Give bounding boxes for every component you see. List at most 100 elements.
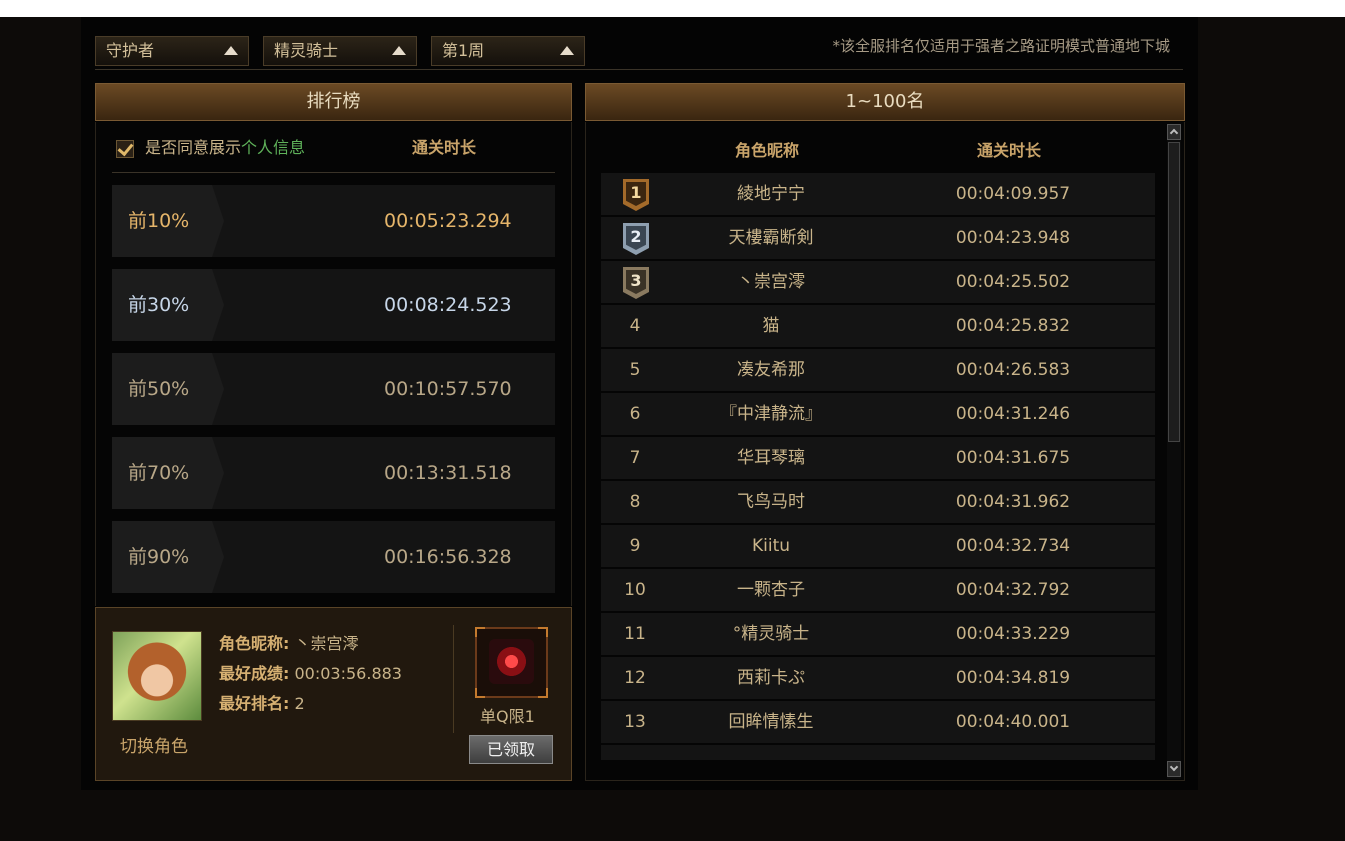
ranking-row-partial[interactable] [601,745,1155,760]
character-avatar[interactable] [112,631,202,721]
rank-number: 4 [629,316,641,336]
percentile-time: 00:05:23.294 [384,210,512,232]
rank-number: 6 [629,404,641,424]
ranking-row[interactable]: 9 Kiitu 00:04:32.734 [601,525,1155,568]
ranking-row[interactable]: 3 丶崇宫澪 00:04:25.502 [601,261,1155,304]
ranking-row[interactable]: 10 一颗杏子 00:04:32.792 [601,569,1155,612]
player-clear-time: 00:04:33.229 [955,624,1071,644]
player-nickname: 丶崇宫澪 [737,272,805,292]
percentile-row: 前10% 00:05:23.294 [112,185,555,257]
name-label: 角色昵称: [219,634,290,653]
player-nickname: 回眸情愫生 [728,712,814,732]
ranking-row[interactable]: 12 西莉卡ぷ 00:04:34.819 [601,657,1155,700]
triangle-up-icon [392,46,406,55]
percentile-row: 前30% 00:08:24.523 [112,269,555,341]
subclass-select-value: 精灵骑士 [274,41,339,60]
claimed-button[interactable]: 已领取 [469,735,553,764]
rank-number: 1 [630,183,642,202]
rank-number: 13 [624,712,646,732]
player-clear-time: 00:04:31.246 [955,404,1071,424]
percentile-label: 前90% [128,546,190,568]
percentile-row: 前90% 00:16:56.328 [112,521,555,593]
profile-best-line: 最好成绩: 00:03:56.883 [219,663,402,685]
time-column-header: 通关时长 [977,141,1042,160]
rank-number: 7 [629,448,641,468]
player-nickname: 猫 [762,316,780,336]
rank-medal-icon: 1 [623,179,649,211]
ranking-row[interactable]: 11 °精灵骑士 00:04:33.229 [601,613,1155,656]
ranking-row[interactable]: 4 猫 00:04:25.832 [601,305,1155,348]
scroll-up-button[interactable] [1167,124,1181,140]
ranking-row[interactable]: 7 华耳琴璃 00:04:31.675 [601,437,1155,480]
reward-item[interactable] [475,627,548,698]
ranking-row[interactable]: 6 『中津静流』 00:04:31.246 [601,393,1155,436]
profile-rank-line: 最好排名: 2 [219,693,305,715]
player-nickname: 『中津静流』 [720,404,822,424]
triangle-up-icon [560,46,574,55]
player-clear-time: 00:04:32.792 [955,580,1071,600]
player-clear-time: 00:04:25.832 [955,316,1071,336]
personal-info-link[interactable]: 个人信息 [241,138,305,157]
best-score-value: 00:03:56.883 [294,664,402,683]
left-divider [112,172,555,173]
best-rank-label: 最好排名: [219,694,290,713]
agree-label: 是否同意展示个人信息 [145,137,305,159]
clear-time-header: 通关时长 [412,138,477,157]
percentile-time: 00:13:31.518 [384,462,512,484]
week-select-value: 第1周 [442,41,485,60]
player-clear-time: 00:04:23.948 [955,228,1071,248]
best-score-label: 最好成绩: [219,664,290,683]
ranking-row[interactable]: 5 凑友希那 00:04:26.583 [601,349,1155,392]
player-clear-time: 00:04:31.962 [955,492,1071,512]
player-clear-time: 00:04:31.675 [955,448,1071,468]
player-nickname: 一颗杏子 [737,580,805,600]
player-nickname: 西莉卡ぷ [737,668,805,688]
frame-corner [538,688,548,698]
rank-medal-icon: 2 [623,223,649,255]
scroll-down-button[interactable] [1167,761,1181,777]
class-select[interactable]: 守护者 [95,36,249,66]
rank-number: 11 [624,624,646,644]
player-clear-time: 00:04:34.819 [955,668,1071,688]
rank-medal-icon: 3 [623,267,649,299]
subclass-select[interactable]: 精灵骑士 [263,36,417,66]
rank-number: 12 [624,668,646,688]
class-select-value: 守护者 [106,41,155,60]
switch-character-button[interactable]: 切换角色 [120,736,188,758]
nickname-column-header: 角色昵称 [735,141,800,160]
player-clear-time: 00:04:40.001 [955,712,1071,732]
ranking-row[interactable]: 2 天樓霸断剣 00:04:23.948 [601,217,1155,260]
rank-number: 8 [629,492,641,512]
top-blank-bar [0,0,1345,17]
rank-number: 3 [630,271,642,290]
best-rank-value: 2 [294,694,305,713]
player-nickname: 华耳琴璃 [737,448,805,468]
ranking-row[interactable]: 13 回眸情愫生 00:04:40.001 [601,701,1155,744]
ranking-list[interactable]: 1 綾地宁宁 00:04:09.957 2 天樓霸断剣 00:04:23.948 3 丶崇宫澪… [601,173,1155,760]
player-nickname: °精灵骑士 [732,624,810,644]
agree-checkbox[interactable] [116,140,134,158]
player-nickname: 天樓霸断剣 [728,228,814,248]
ranking-row[interactable]: 8 飞鸟马时 00:04:31.962 [601,481,1155,524]
player-clear-time: 00:04:32.734 [955,536,1071,556]
frame-corner [538,627,548,637]
percentile-label: 前30% [128,294,190,316]
scrollbar-thumb[interactable] [1168,142,1180,442]
header-divider [95,69,1183,70]
percentile-time: 00:16:56.328 [384,546,512,568]
percentile-row: 前70% 00:13:31.518 [112,437,555,509]
player-nickname: 凑友希那 [737,360,805,380]
week-select[interactable]: 第1周 [431,36,585,66]
server-notice: *该全服排名仅适用于强者之路证明模式普通地下城 [832,37,1170,55]
triangle-up-icon [224,46,238,55]
profile-divider [453,625,454,733]
player-nickname: Kiitu [751,536,791,556]
leaderboard-header: 排行榜 [95,83,572,121]
player-nickname: 綾地宁宁 [737,184,805,204]
percentile-label: 前10% [128,210,190,232]
frame-corner [475,627,485,637]
player-clear-time: 00:04:09.957 [955,184,1071,204]
ranking-row[interactable]: 1 綾地宁宁 00:04:09.957 [601,173,1155,216]
chevron-up-icon [1169,128,1179,138]
rank-number: 9 [629,536,641,556]
